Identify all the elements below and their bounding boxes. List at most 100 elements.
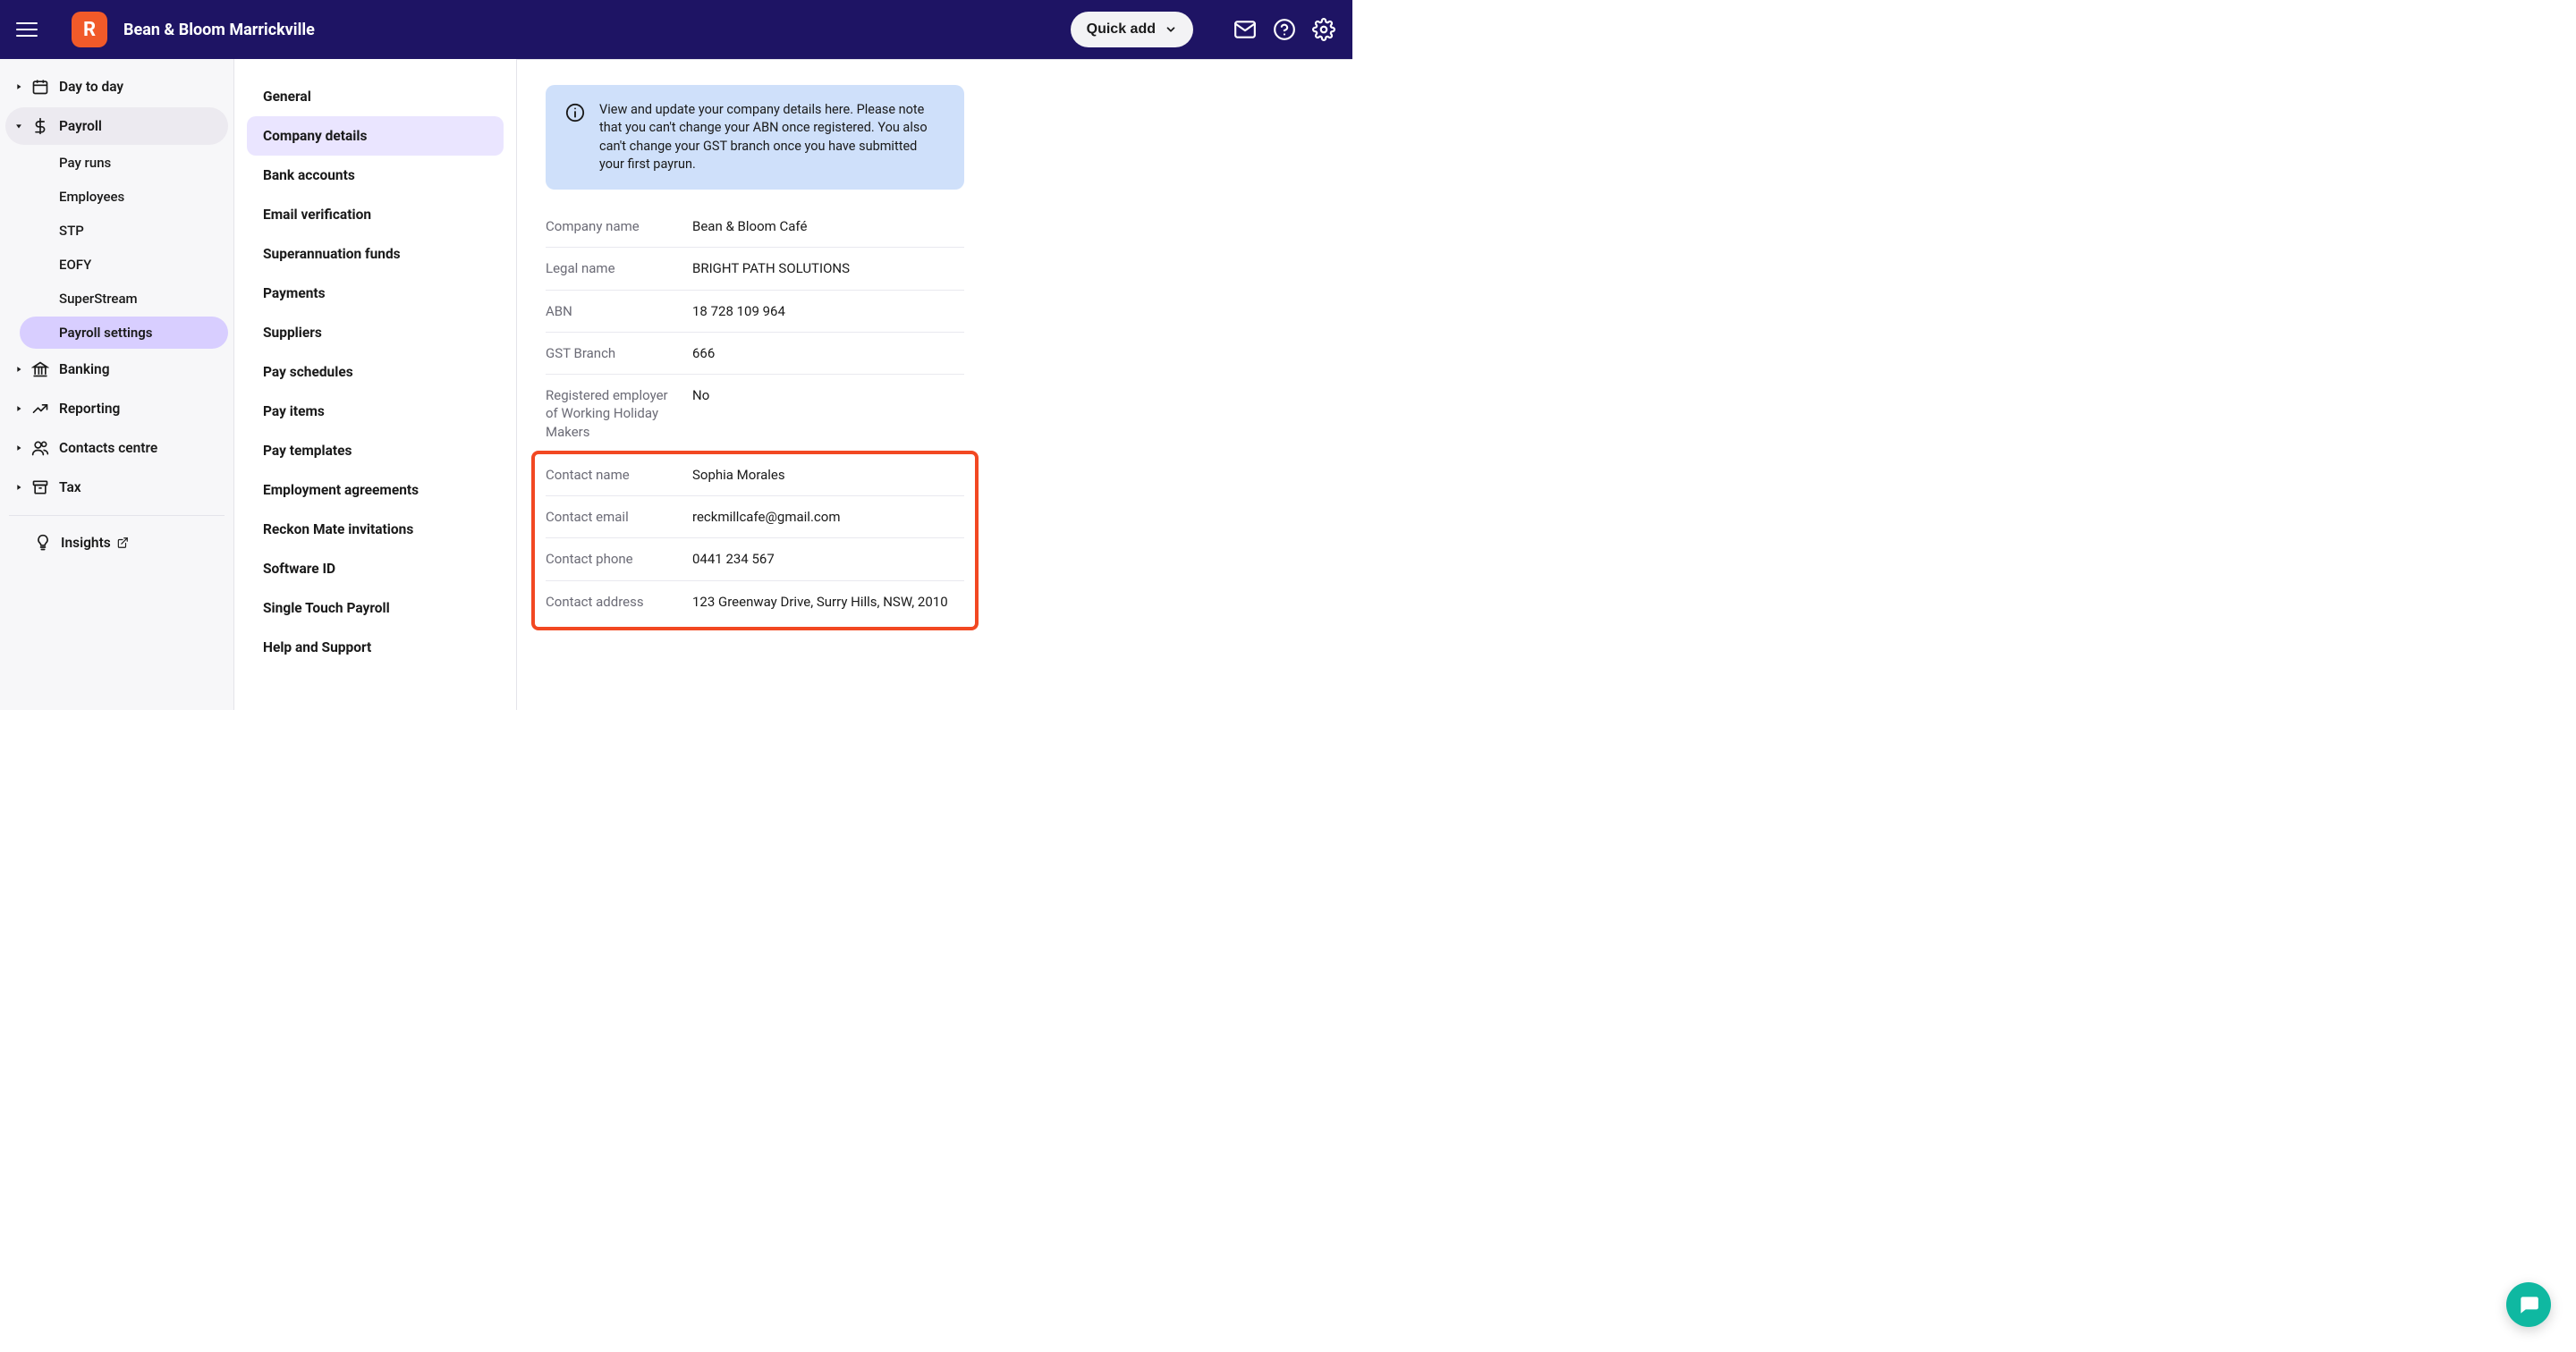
settings-item-employment-agreements[interactable]: Employment agreements: [247, 470, 504, 510]
value-whm: No: [692, 386, 964, 441]
sidebar-item-label: Day to day: [59, 79, 123, 95]
sidebar-sub-label: EOFY: [59, 257, 91, 273]
brand-badge[interactable]: R: [72, 12, 107, 47]
settings-item-label: Superannuation funds: [263, 246, 401, 262]
label-gst-branch: GST Branch: [546, 344, 692, 362]
contact-details-highlight: Contact name Sophia Morales Contact emai…: [533, 452, 977, 629]
settings-item-label: Email verification: [263, 207, 371, 223]
settings-item-company-details[interactable]: Company details: [247, 116, 504, 156]
brand-letter: R: [83, 19, 96, 41]
value-contact-phone: 0441 234 567: [692, 550, 964, 568]
row-abn: ABN 18 728 109 964: [546, 291, 964, 333]
external-link-icon: [116, 537, 129, 549]
sidebar-sub-superstream[interactable]: SuperStream: [20, 283, 228, 315]
insights-label: Insights: [61, 535, 111, 551]
hamburger-menu[interactable]: [16, 17, 41, 42]
sidebar-item-tax[interactable]: Tax: [5, 469, 228, 506]
caret-right-icon: [13, 363, 25, 376]
value-contact-name: Sophia Morales: [692, 466, 964, 484]
row-company-name: Company name Bean & Bloom Café: [546, 206, 964, 248]
archive-icon: [30, 477, 50, 497]
caret-right-icon: [13, 402, 25, 415]
trending-up-icon: [30, 399, 50, 418]
caret-down-icon: [13, 120, 25, 132]
lightbulb-icon: [34, 534, 52, 552]
settings-item-superannuation-funds[interactable]: Superannuation funds: [247, 234, 504, 274]
settings-item-pay-schedules[interactable]: Pay schedules: [247, 352, 504, 392]
chat-fab[interactable]: [2506, 1282, 2551, 1327]
value-company-name: Bean & Bloom Café: [692, 217, 964, 235]
sidebar-sub-stp[interactable]: STP: [20, 215, 228, 247]
sidebar-sub-payroll-settings[interactable]: Payroll settings: [20, 317, 228, 349]
settings-item-label: Software ID: [263, 561, 335, 577]
value-legal-name: BRIGHT PATH SOLUTIONS: [692, 259, 964, 277]
settings-item-email-verification[interactable]: Email verification: [247, 195, 504, 234]
value-contact-email: reckmillcafe@gmail.com: [692, 508, 964, 526]
row-whm: Registered employer of Working Holiday M…: [546, 375, 964, 452]
label-abn: ABN: [546, 302, 692, 320]
settings-item-help-support[interactable]: Help and Support: [247, 628, 504, 667]
bank-icon: [30, 359, 50, 379]
company-details-block: Company name Bean & Bloom Café Legal nam…: [546, 206, 964, 452]
sidebar-item-label: Reporting: [59, 401, 120, 417]
dollar-icon: [30, 116, 50, 136]
row-contact-address: Contact address 123 Greenway Drive, Surr…: [546, 581, 964, 629]
settings-item-reckon-mate-invitations[interactable]: Reckon Mate invitations: [247, 510, 504, 549]
chevron-down-icon: [1165, 23, 1177, 36]
sidebar: Day to day Payroll Pay runs Employees ST…: [0, 59, 234, 710]
quick-add-label: Quick add: [1087, 21, 1156, 38]
row-legal-name: Legal name BRIGHT PATH SOLUTIONS: [546, 248, 964, 290]
people-icon: [30, 438, 50, 458]
settings-item-bank-accounts[interactable]: Bank accounts: [247, 156, 504, 195]
settings-item-suppliers[interactable]: Suppliers: [247, 313, 504, 352]
caret-right-icon: [13, 442, 25, 454]
sidebar-sub-employees[interactable]: Employees: [20, 181, 228, 213]
info-callout: View and update your company details her…: [546, 85, 964, 190]
help-icon[interactable]: [1272, 17, 1297, 42]
settings-item-general[interactable]: General: [247, 77, 504, 116]
label-contact-name: Contact name: [546, 466, 692, 484]
settings-item-single-touch-payroll[interactable]: Single Touch Payroll: [247, 588, 504, 628]
settings-item-software-id[interactable]: Software ID: [247, 549, 504, 588]
label-whm: Registered employer of Working Holiday M…: [546, 386, 692, 441]
sidebar-sub-pay-runs[interactable]: Pay runs: [20, 147, 228, 179]
sidebar-divider: [9, 515, 225, 516]
mail-icon[interactable]: [1233, 17, 1258, 42]
sidebar-item-label: Tax: [59, 479, 81, 495]
settings-item-pay-items[interactable]: Pay items: [247, 392, 504, 431]
sidebar-sub-label: SuperStream: [59, 291, 138, 307]
settings-item-label: Company details: [263, 128, 367, 144]
chat-icon: [2517, 1293, 2540, 1316]
settings-item-label: Payments: [263, 285, 326, 301]
content-panel: View and update your company details her…: [517, 59, 1352, 710]
gear-icon[interactable]: [1311, 17, 1336, 42]
settings-item-payments[interactable]: Payments: [247, 274, 504, 313]
label-contact-phone: Contact phone: [546, 550, 692, 568]
row-gst-branch: GST Branch 666: [546, 333, 964, 375]
sidebar-sub-eofy[interactable]: EOFY: [20, 249, 228, 281]
label-contact-address: Contact address: [546, 593, 692, 611]
settings-item-label: Bank accounts: [263, 167, 355, 183]
sidebar-payroll-submenu: Pay runs Employees STP EOFY SuperStream …: [0, 147, 233, 349]
sidebar-item-reporting[interactable]: Reporting: [5, 390, 228, 427]
sidebar-item-banking[interactable]: Banking: [5, 351, 228, 388]
label-legal-name: Legal name: [546, 259, 692, 277]
settings-item-label: Single Touch Payroll: [263, 600, 390, 616]
value-contact-address: 123 Greenway Drive, Surry Hills, NSW, 20…: [692, 593, 964, 611]
quick-add-button[interactable]: Quick add: [1071, 12, 1193, 47]
calendar-icon: [30, 77, 50, 97]
value-gst-branch: 666: [692, 344, 964, 362]
sidebar-item-payroll[interactable]: Payroll: [5, 107, 228, 145]
settings-item-label: Pay templates: [263, 443, 352, 459]
row-contact-name: Contact name Sophia Morales: [546, 452, 964, 496]
sidebar-item-contacts[interactable]: Contacts centre: [5, 429, 228, 467]
settings-item-label: Suppliers: [263, 325, 322, 341]
sidebar-item-day-to-day[interactable]: Day to day: [5, 68, 228, 106]
settings-item-label: Pay items: [263, 403, 325, 419]
sidebar-sub-label: STP: [59, 223, 84, 239]
sidebar-sub-label: Payroll settings: [59, 325, 153, 341]
sidebar-item-label: Contacts centre: [59, 440, 157, 456]
settings-item-pay-templates[interactable]: Pay templates: [247, 431, 504, 470]
settings-item-label: Pay schedules: [263, 364, 353, 380]
sidebar-item-insights[interactable]: Insights: [0, 525, 233, 561]
